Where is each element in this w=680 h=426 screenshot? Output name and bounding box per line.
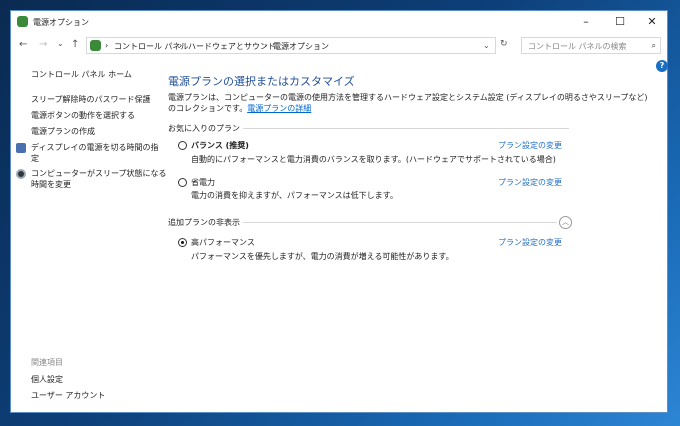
display-clock-icon [16, 143, 26, 153]
recent-locations-button[interactable]: ⌄ [57, 39, 64, 48]
plan-high-performance-desc: パフォーマンスを優先しますが、電力の消費が増える可能性があります。 [191, 252, 454, 261]
divider [243, 222, 557, 223]
plan-balanced-desc: 自動的にパフォーマンスと電力消費のバランスを取ります。(ハードウェアでサポートさ… [191, 155, 556, 164]
sidebar-link-user-accounts[interactable]: ユーザー アカウント [31, 390, 105, 401]
up-button[interactable]: ↑ [71, 39, 79, 50]
plan-high-performance-label[interactable]: 高パフォーマンス [191, 237, 255, 248]
search-input[interactable]: コントロール パネルの検索 ⌕ [521, 37, 661, 54]
plan-high-performance-radio[interactable] [178, 238, 187, 247]
hidden-plans-heading: 追加プランの非表示 [168, 218, 240, 227]
sidebar-link-power-button[interactable]: 電源ボタンの動作を選択する [31, 110, 135, 121]
page-title: 電源プランの選択またはカスタマイズ [168, 75, 355, 88]
favorites-heading: お気に入りのプラン [168, 124, 240, 133]
plan-high-performance-change-link[interactable]: プラン設定の変更 [498, 237, 562, 248]
address-bar[interactable]: › コントロール パネル › ハードウェアとサウンド › 電源オプション ⌄ [86, 37, 496, 54]
collapse-chevron-up-icon[interactable]: ︿ [559, 216, 572, 229]
maximize-button[interactable]: ☐ [605, 13, 635, 31]
divider [243, 128, 569, 129]
plan-power-saver-desc: 電力の消費を抑えますが、パフォーマンスは低下します。 [191, 191, 398, 200]
related-heading: 関連項目 [31, 358, 63, 367]
plan-balanced-label[interactable]: バランス (推奨) [191, 140, 249, 151]
power-options-window: 電源オプション – ☐ ✕ ← → ⌄ ↑ › コントロール パネル › ハード… [10, 10, 668, 413]
close-button[interactable]: ✕ [637, 13, 667, 31]
plan-power-saver-change-link[interactable]: プラン設定の変更 [498, 177, 562, 188]
window-title: 電源オプション [33, 18, 89, 27]
minimize-button[interactable]: – [571, 13, 601, 31]
sidebar-control-panel-home[interactable]: コントロール パネル ホーム [31, 69, 132, 80]
sidebar-link-create-plan[interactable]: 電源プランの作成 [31, 126, 95, 137]
control-panel-icon [90, 40, 101, 51]
plan-power-saver-label[interactable]: 省電力 [191, 177, 215, 188]
help-icon[interactable]: ? [656, 60, 668, 72]
search-icon[interactable]: ⌕ [652, 41, 656, 51]
breadcrumb-power-options[interactable]: 電源オプション [273, 41, 329, 52]
sidebar-link-personalization[interactable]: 個人設定 [31, 374, 63, 385]
power-options-icon [17, 16, 28, 27]
sidebar-link-wake-password[interactable]: スリープ解除時のパスワード保護 [31, 94, 151, 105]
breadcrumb-control-panel[interactable]: コントロール パネル [114, 41, 189, 52]
forward-button[interactable]: → [39, 39, 47, 50]
address-dropdown-button[interactable]: ⌄ [483, 41, 490, 50]
refresh-button[interactable]: ↻ [500, 39, 508, 49]
title-bar: 電源オプション – ☐ ✕ [11, 11, 667, 33]
plan-balanced-radio[interactable] [178, 141, 187, 150]
description: 電源プランは、コンピューターの電源の使用方法を管理するハードウェア設定とシステム… [168, 93, 648, 102]
power-plan-details-link[interactable]: 電源プランの詳細 [247, 104, 311, 113]
plan-balanced-change-link[interactable]: プラン設定の変更 [498, 140, 562, 151]
back-button[interactable]: ← [19, 39, 27, 50]
sleep-moon-icon [16, 169, 26, 179]
address-toolbar: ← → ⌄ ↑ › コントロール パネル › ハードウェアとサウンド › 電源オ… [11, 35, 667, 57]
plan-power-saver-radio[interactable] [178, 178, 187, 187]
breadcrumb-hardware-sound[interactable]: ハードウェアとサウンド [188, 41, 276, 52]
